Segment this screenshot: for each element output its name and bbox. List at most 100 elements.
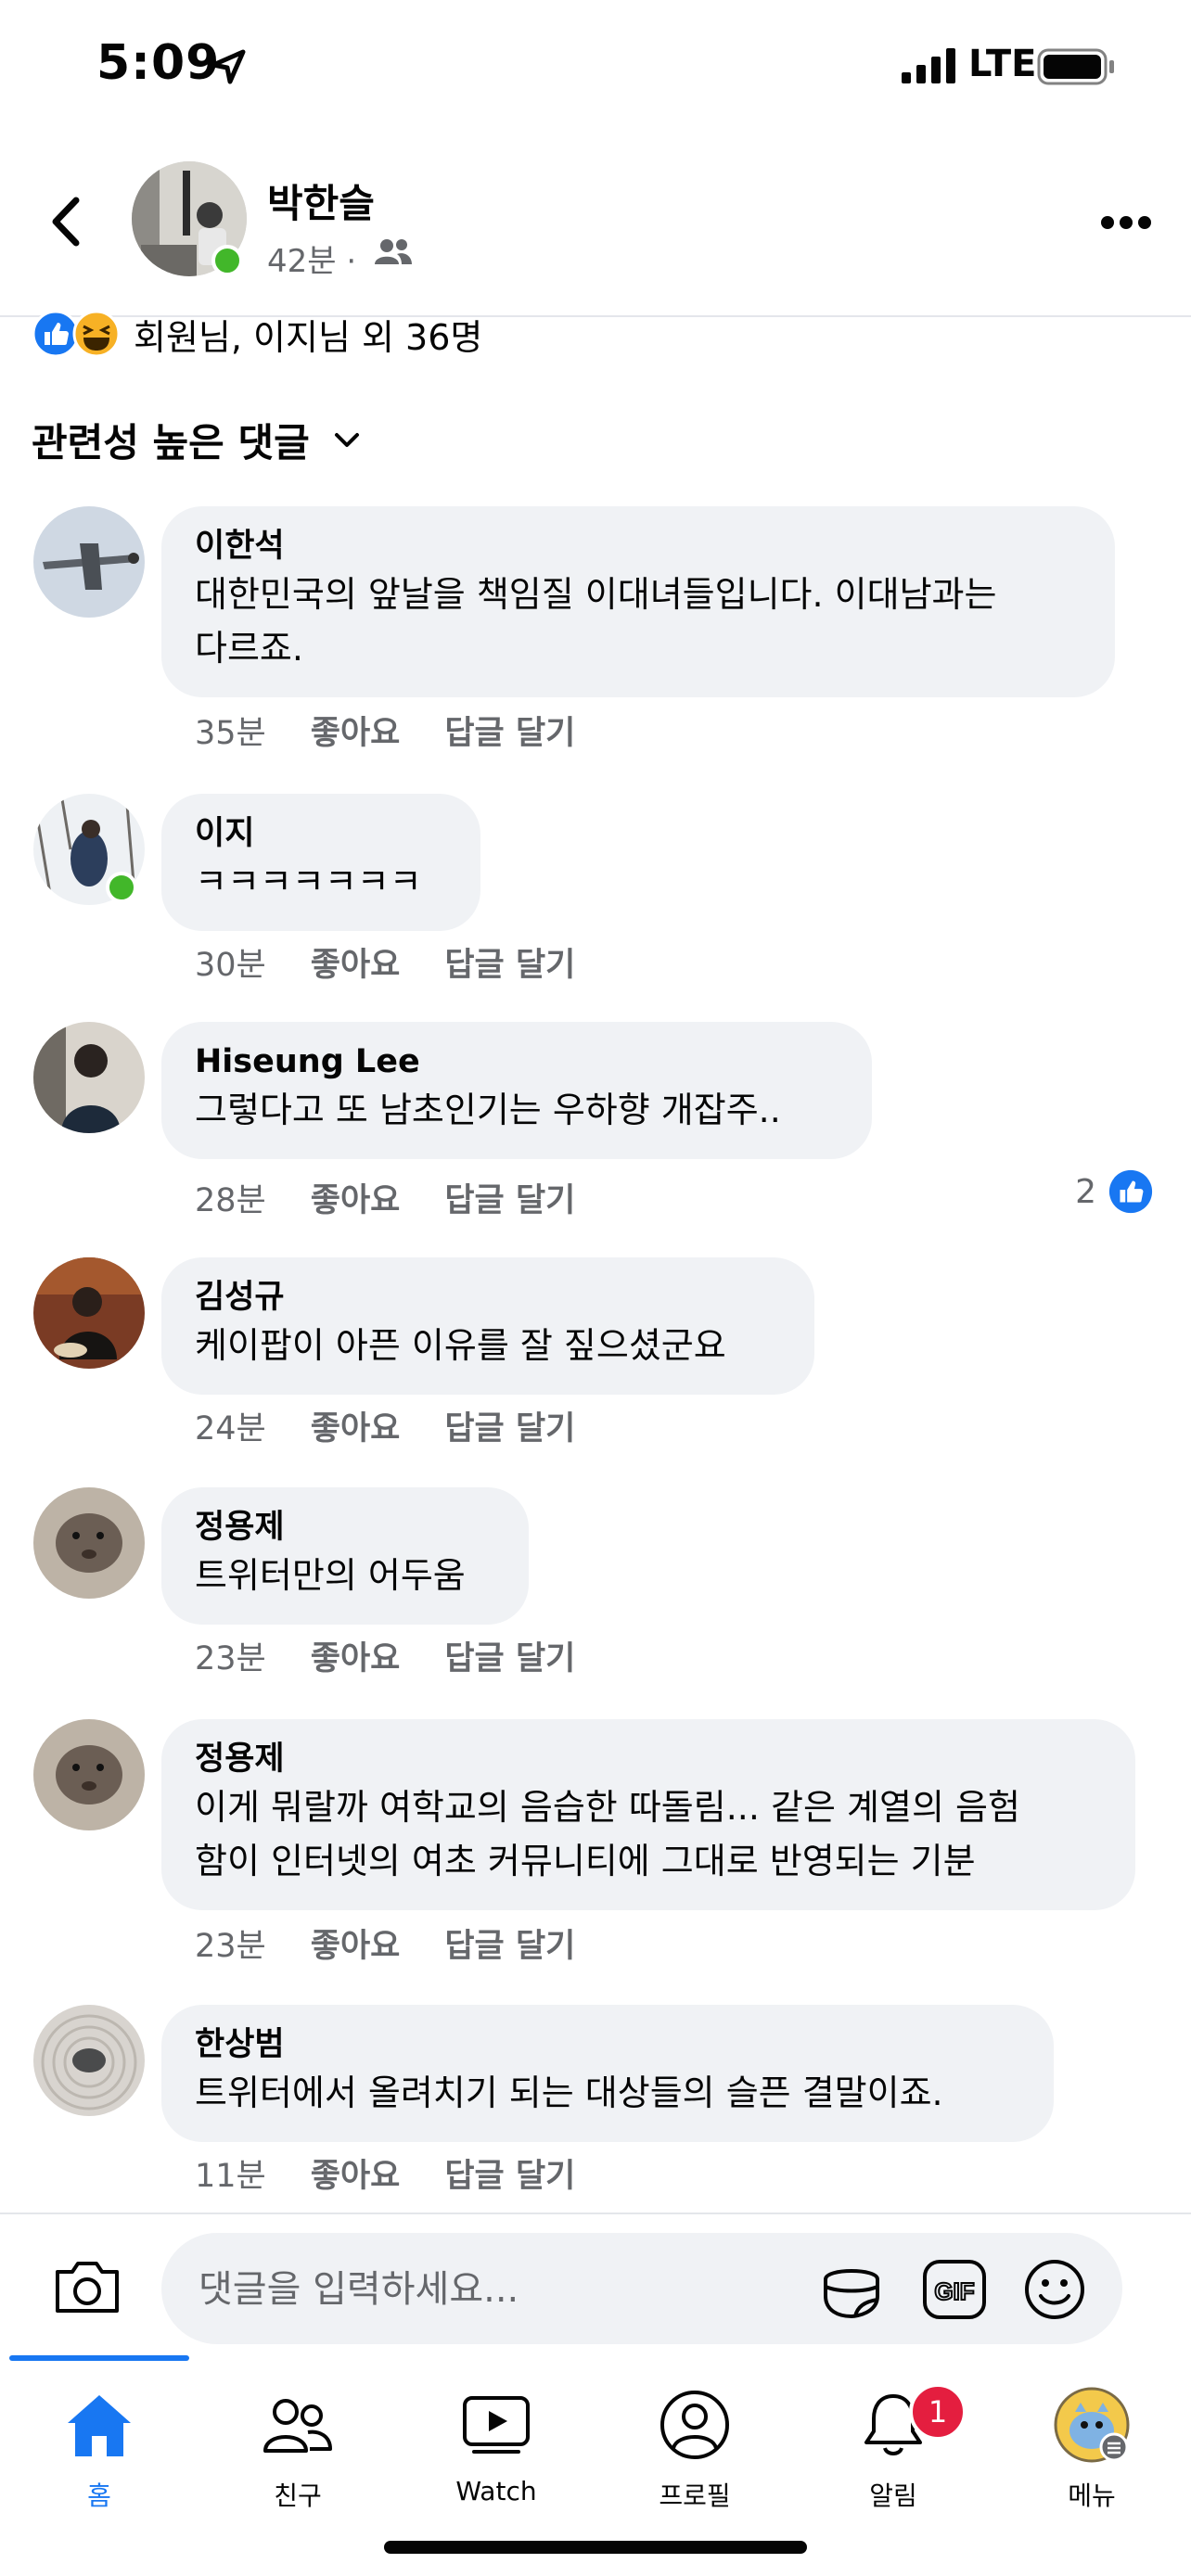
like-count-value: 2: [1075, 1172, 1096, 1211]
post-time: 42분 ·: [267, 243, 357, 280]
battery-icon: [1037, 48, 1114, 85]
tab-profile[interactable]: 프로필: [596, 2383, 794, 2513]
comment-bubble[interactable]: 정용제 트위터만의 어두움: [161, 1487, 529, 1625]
comment-bubble[interactable]: 정용제 이게 뭐랄까 여학교의 음습한 따돌림... 같은 계열의 음험 함이 …: [161, 1719, 1135, 1910]
reply-button[interactable]: 답글 달기: [444, 1919, 575, 1967]
comment-text-line: 그렇다고 또 남초인기는 우하향 개잡주..: [195, 1090, 781, 1130]
status-bar: 5:09 LTE: [0, 0, 1191, 139]
comment-time: 35분: [195, 715, 266, 752]
author-name[interactable]: 박한슬: [267, 172, 375, 229]
comment-bubble[interactable]: Hiseung Lee 그렇다고 또 남초인기는 우하향 개잡주..: [161, 1022, 872, 1159]
comment-actions: 35분 좋아요 답글 달기: [195, 707, 620, 754]
svg-text:GIF: GIF: [934, 2277, 974, 2305]
friends-audience-icon: [375, 239, 412, 264]
like-reaction-icon: [1108, 1169, 1153, 1214]
more-options-icon[interactable]: [1100, 215, 1152, 230]
animal-photo-icon: [33, 1719, 145, 1830]
notification-badge: 1: [909, 2383, 967, 2441]
commenter-name[interactable]: 이한석: [195, 525, 1082, 567]
active-tab-indicator: [9, 2355, 189, 2361]
profile-icon: [660, 2391, 729, 2459]
comment-input-container[interactable]: GIF: [161, 2233, 1122, 2344]
sticker-icon[interactable]: [820, 2259, 883, 2320]
comment-composer: GIF: [0, 2213, 1191, 2353]
chevron-down-icon: [334, 432, 359, 447]
location-arrow-icon: [211, 49, 246, 84]
home-icon: [68, 2395, 131, 2456]
comment-bubble[interactable]: 김성규 케이팝이 아픈 이유를 잘 짚으셨군요: [161, 1257, 814, 1395]
reply-button[interactable]: 답글 달기: [444, 938, 575, 986]
tab-label: Watch: [455, 2476, 537, 2506]
reply-button[interactable]: 답글 달기: [444, 707, 575, 754]
restaurant-photo-icon: [33, 1257, 145, 1369]
commenter-avatar[interactable]: [33, 506, 145, 618]
commenter-name[interactable]: 정용제: [195, 1506, 495, 1549]
comment-filter-dropdown[interactable]: 관련성 높은 댓글: [32, 412, 360, 468]
comment-input[interactable]: [197, 2261, 757, 2318]
like-button[interactable]: 좋아요: [311, 938, 401, 986]
commenter-avatar[interactable]: [33, 1257, 145, 1369]
airplane-photo-icon: [33, 506, 145, 618]
comment-text-line: 트위터에서 올려치기 되는 대상들의 슬픈 결말이죠.: [195, 2072, 943, 2113]
commenter-name[interactable]: 김성규: [195, 1276, 781, 1319]
post-header: 박한슬 42분 ·: [0, 139, 1191, 317]
comment-bubble[interactable]: 한상범 트위터에서 올려치기 되는 대상들의 슬픈 결말이죠.: [161, 2005, 1054, 2142]
commenter-name[interactable]: 이지: [195, 812, 447, 855]
commenter-name[interactable]: 한상범: [195, 2023, 1020, 2066]
comment-time: 23분: [195, 1640, 266, 1677]
reply-button[interactable]: 답글 달기: [444, 2149, 575, 2197]
commenter-avatar[interactable]: [33, 1022, 145, 1133]
comment-actions: 28분 좋아요 답글 달기: [195, 1174, 620, 1221]
gif-icon[interactable]: GIF: [922, 2259, 987, 2320]
comment-time: 30분: [195, 947, 266, 984]
reactions-text: 회원님, 이지님 외 36명: [134, 316, 483, 358]
camera-icon[interactable]: [52, 2259, 122, 2316]
like-button[interactable]: 좋아요: [311, 1174, 401, 1221]
comment-text-line: 트위터만의 어두움: [195, 1555, 466, 1596]
reply-button[interactable]: 답글 달기: [444, 1402, 575, 1449]
comment-bubble[interactable]: 이한석 대한민국의 앞날을 책임질 이대녀들입니다. 이대남과는 다르죠.: [161, 506, 1115, 697]
tab-menu[interactable]: 메뉴: [992, 2383, 1191, 2513]
tab-label: 알림: [869, 2480, 917, 2511]
comment-actions: 30분 좋아요 답글 달기: [195, 938, 620, 986]
online-indicator: [211, 245, 243, 276]
filter-label: 관련성 높은 댓글: [32, 420, 310, 465]
comment-like-count[interactable]: 2: [1075, 1168, 1154, 1215]
friends-icon: [263, 2399, 332, 2453]
like-button[interactable]: 좋아요: [311, 1402, 401, 1449]
tab-label: 프로필: [659, 2480, 731, 2511]
portrait-photo-icon: [33, 1022, 145, 1133]
status-time: 5:09: [96, 35, 221, 91]
comment-actions: 23분 좋아요 답글 달기: [195, 1919, 620, 1967]
reply-button[interactable]: 답글 달기: [444, 1174, 575, 1221]
tab-watch[interactable]: Watch: [397, 2383, 596, 2506]
haha-reaction-icon: [72, 310, 121, 358]
like-button[interactable]: 좋아요: [311, 707, 401, 754]
back-icon[interactable]: [46, 195, 83, 249]
home-indicator[interactable]: [384, 2541, 807, 2554]
comment-time: 28분: [195, 1182, 266, 1219]
comment-text-line: 이게 뭐랄까 여학교의 음습한 따돌림... 같은 계열의 음험: [195, 1787, 1020, 1828]
comment-time: 23분: [195, 1928, 266, 1965]
comment-actions: 11분 좋아요 답글 달기: [195, 2149, 620, 2197]
watch-icon: [463, 2396, 530, 2454]
reactions-summary[interactable]: 회원님, 이지님 외 36명: [32, 308, 482, 360]
commenter-avatar[interactable]: [33, 1487, 145, 1599]
like-button[interactable]: 좋아요: [311, 2149, 401, 2197]
tab-notifications[interactable]: 1 알림: [794, 2383, 992, 2513]
like-button[interactable]: 좋아요: [311, 1632, 401, 1679]
network-label: LTE: [968, 43, 1037, 85]
emoji-icon[interactable]: [1024, 2259, 1085, 2320]
like-button[interactable]: 좋아요: [311, 1919, 401, 1967]
comment-bubble[interactable]: 이지 ㅋㅋㅋㅋㅋㅋㅋ: [161, 794, 480, 931]
reply-button[interactable]: 답글 달기: [444, 1632, 575, 1679]
tab-home[interactable]: 홈: [0, 2383, 198, 2513]
comment-actions: 24분 좋아요 답글 달기: [195, 1402, 620, 1449]
tab-friends[interactable]: 친구: [198, 2383, 397, 2513]
commenter-avatar[interactable]: [33, 1719, 145, 1830]
commenter-avatar[interactable]: [33, 2005, 145, 2116]
commenter-name[interactable]: 정용제: [195, 1738, 1102, 1780]
cell-signal-icon: [902, 48, 955, 83]
comment-time: 24분: [195, 1410, 266, 1447]
commenter-name[interactable]: Hiseung Lee: [195, 1040, 839, 1083]
